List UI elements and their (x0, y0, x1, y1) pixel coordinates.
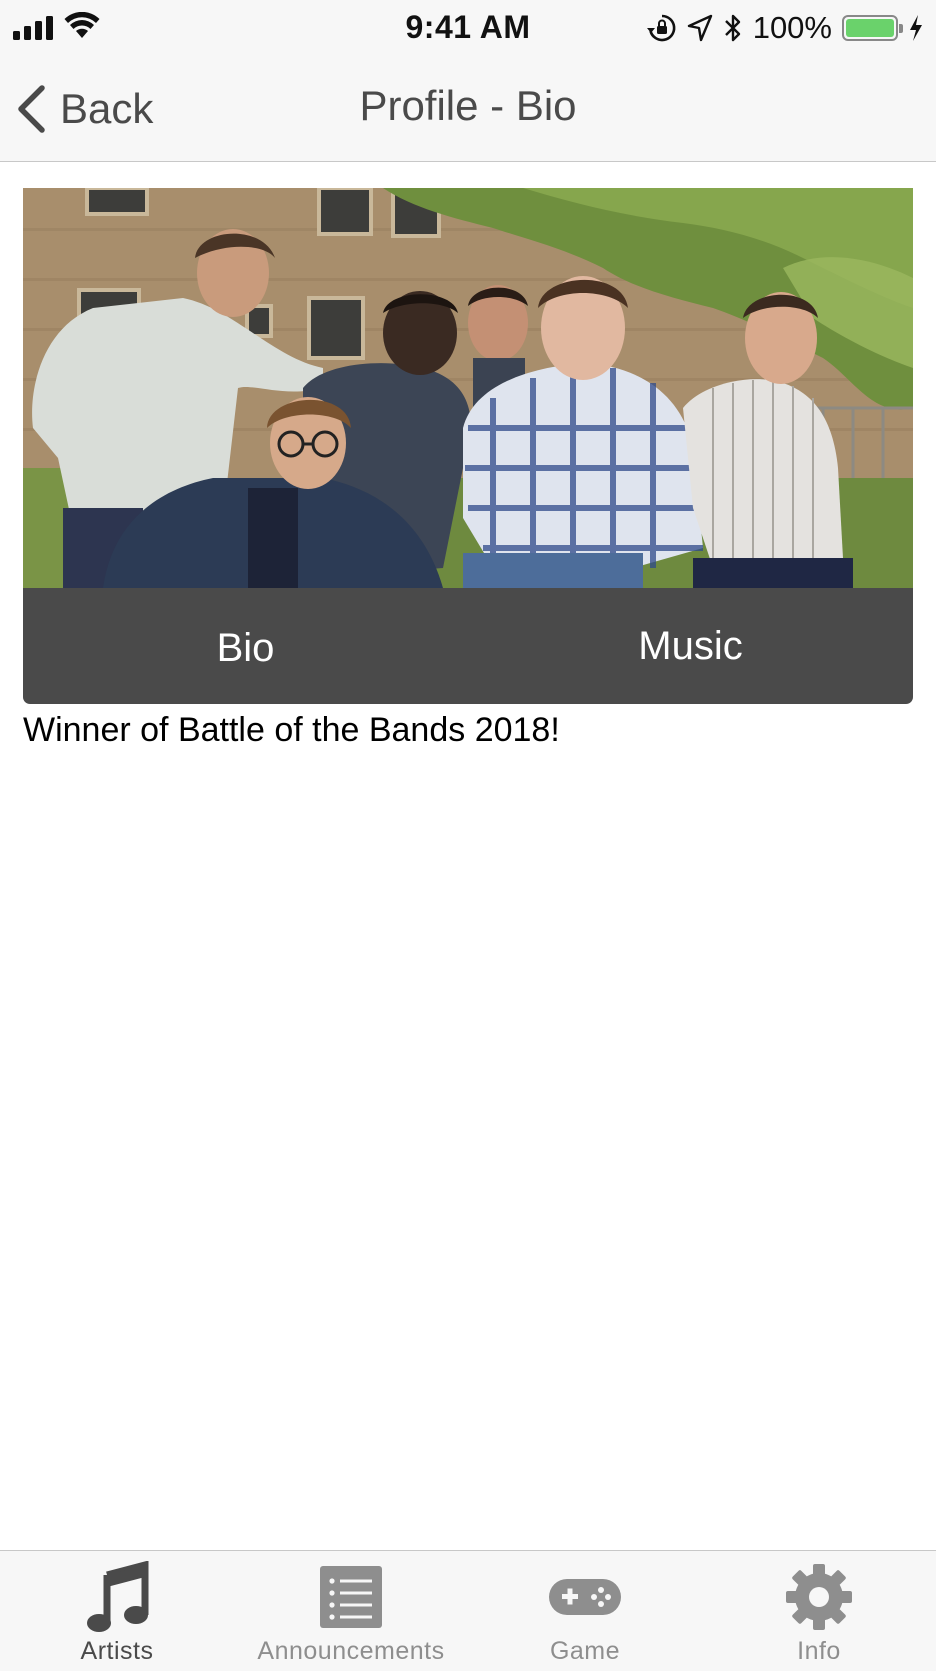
tab-label-artists: Artists (80, 1637, 154, 1665)
gamepad-icon (468, 1561, 702, 1633)
charging-icon (910, 15, 922, 41)
status-bar: 9:41 AM 100% (0, 0, 936, 56)
battery-icon (842, 15, 903, 41)
tab-bar: Artists Announcements Game Info (0, 1550, 936, 1671)
battery-percent: 100% (752, 10, 832, 45)
bio-segment-button[interactable]: Bio (23, 588, 468, 706)
list-icon (234, 1561, 468, 1633)
music-segment-button[interactable]: Music (468, 588, 913, 708)
tab-label-game: Game (549, 1637, 621, 1665)
location-icon (687, 14, 712, 42)
battery-fill (846, 19, 894, 37)
gear-icon (702, 1561, 936, 1633)
band-photo (23, 188, 913, 588)
nav-bar: Back Profile - Bio (0, 56, 936, 162)
bio-text: Winner of Battle of the Bands 2018! (23, 711, 560, 749)
battery-nub (899, 24, 903, 33)
page-title: Profile - Bio (359, 82, 577, 129)
status-right-group: 100% (646, 10, 924, 46)
segmented-control: Bio Music (23, 588, 913, 704)
tab-info[interactable]: Info (702, 1551, 936, 1671)
orientation-lock-icon (646, 14, 676, 42)
tab-label-info: Info (797, 1637, 841, 1665)
bluetooth-icon (724, 14, 740, 42)
tab-game[interactable]: Game (468, 1551, 702, 1671)
music-note-icon (0, 1561, 234, 1633)
tab-artists[interactable]: Artists (0, 1551, 234, 1671)
tab-label-announcements: Announcements (257, 1637, 445, 1665)
tab-announcements[interactable]: Announcements (234, 1551, 468, 1671)
band-photo-image (23, 188, 913, 588)
